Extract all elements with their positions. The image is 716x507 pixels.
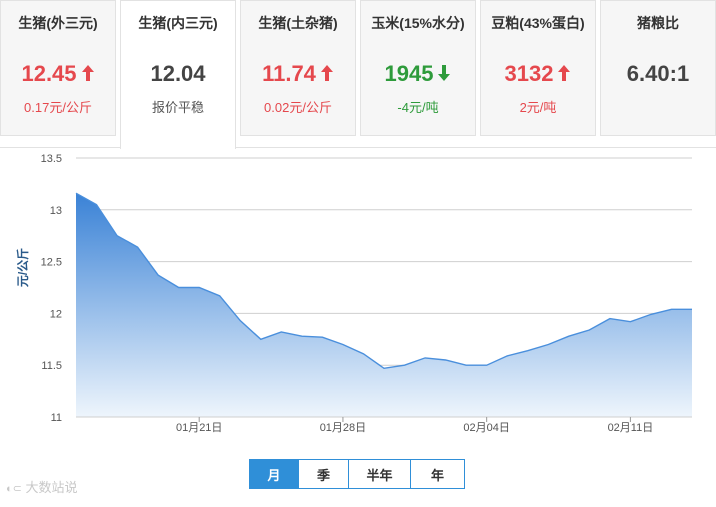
series-area xyxy=(76,193,692,417)
arrow-up-icon xyxy=(558,65,571,81)
price-tabs: 生猪(外三元) 12.45 0.17元/公斤 生猪(内三元) 12.04 报价平稳 生猪(土… xyxy=(0,0,716,149)
tab-change: 0.02元/公斤 xyxy=(264,100,332,115)
x-tick-label: 02月04日 xyxy=(463,422,509,434)
tab-name: 猪粮比 xyxy=(637,15,679,31)
tab-6[interactable]: 猪粮比 6.40:1 xyxy=(600,0,716,136)
x-tick-label: 01月21日 xyxy=(176,422,222,434)
tab-price: 3132 xyxy=(481,61,595,87)
price-chart: 11 11.5 12 12.5 13 13.5 元/公斤 01月21日 01月28日 02月04日… xyxy=(15,153,692,434)
tab-name: 生猪(土杂猪) xyxy=(258,15,338,31)
tab-change: 报价平稳 xyxy=(151,100,204,115)
x-tick-label: 02月11日 xyxy=(608,422,654,434)
watermark: ◐⊂ 大数站说 xyxy=(6,477,78,496)
period-selector: 月季半年年 xyxy=(249,459,465,489)
period-button-3[interactable]: 半年 xyxy=(349,459,411,489)
y-tick-label: 11 xyxy=(51,412,62,424)
tab-price: 1945 xyxy=(361,61,475,87)
y-axis-label: 元/公斤 xyxy=(15,248,30,287)
tab-5[interactable]: 豆粕(43%蛋白) 3132 2元/吨 xyxy=(480,0,596,136)
tab-price-value: 11.74 xyxy=(262,61,316,86)
tab-price-value: 3132 xyxy=(504,61,554,86)
arrow-down-icon xyxy=(438,65,451,81)
y-tick-label: 13.5 xyxy=(41,153,62,165)
y-tick-label: 12.5 xyxy=(41,257,62,269)
tab-price-value: 6.40:1 xyxy=(626,61,690,86)
arrow-up-icon xyxy=(81,65,94,81)
arrow-up-icon xyxy=(320,65,333,81)
y-tick-label: 13 xyxy=(50,205,62,217)
tab-price: 6.40:1 xyxy=(601,61,715,87)
tab-price: 12.45 xyxy=(1,61,115,87)
tab-1[interactable]: 生猪(外三元) 12.45 0.17元/公斤 xyxy=(0,0,116,136)
y-tick-label: 11.5 xyxy=(41,360,62,372)
period-button-2[interactable]: 季 xyxy=(299,459,349,489)
y-tick-label: 12 xyxy=(50,308,62,320)
tab-name: 豆粕(43%蛋白) xyxy=(491,15,585,31)
watermark-text: 大数站说 xyxy=(25,480,78,495)
tab-name: 生猪(内三元) xyxy=(138,15,218,31)
tab-3[interactable]: 生猪(土杂猪) 11.74 0.02元/公斤 xyxy=(240,0,356,136)
tab-change: 0.17元/公斤 xyxy=(24,100,92,115)
tab-price: 12.04 xyxy=(121,61,235,87)
watermark-logo-icon: ◐⊂ xyxy=(6,483,22,495)
tab-name: 玉米(15%水分) xyxy=(371,15,465,31)
tab-price-value: 12.04 xyxy=(150,61,206,86)
tab-price-value: 12.45 xyxy=(21,61,77,86)
tab-change: -4元/吨 xyxy=(397,100,439,115)
x-tick-label: 01月28日 xyxy=(320,422,366,434)
tab-price: 11.74 xyxy=(241,61,355,87)
period-button-1[interactable]: 月 xyxy=(249,459,299,489)
tab-price-value: 1945 xyxy=(384,61,434,86)
tab-name: 生猪(外三元) xyxy=(18,15,98,31)
chart-panel: 11 11.5 12 12.5 13 13.5 元/公斤 01月21日 01月28日 02月04日… xyxy=(0,147,716,501)
period-button-4[interactable]: 年 xyxy=(411,459,465,489)
tab-change: 2元/吨 xyxy=(519,100,557,115)
tab-2[interactable]: 生猪(内三元) 12.04 报价平稳 xyxy=(120,0,236,149)
tab-4[interactable]: 玉米(15%水分) 1945 -4元/吨 xyxy=(360,0,476,136)
